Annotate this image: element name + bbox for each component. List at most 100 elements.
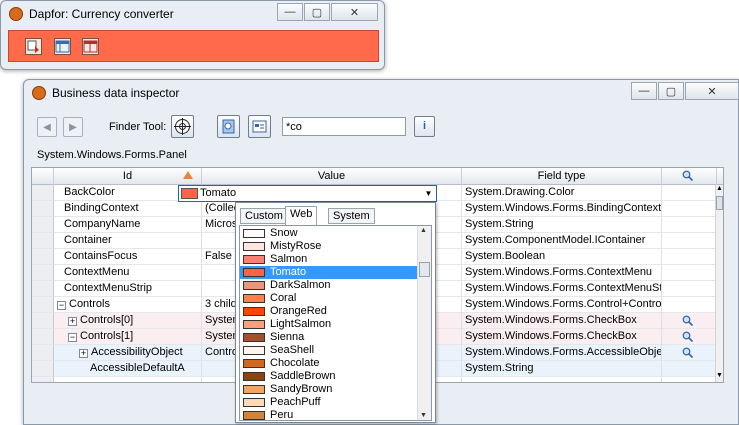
cell-id[interactable]: − Controls bbox=[54, 297, 202, 313]
cell-id[interactable]: − Controls[1] bbox=[54, 329, 202, 345]
cell-id[interactable]: BindingContext bbox=[54, 201, 202, 217]
color-picker-popup: Custom Web System Snow MistyRose Salmon Tom… bbox=[235, 202, 436, 423]
cell-inspect[interactable] bbox=[662, 345, 717, 361]
cell-id[interactable] bbox=[54, 377, 202, 382]
row-gutter[interactable] bbox=[32, 361, 54, 377]
cell-id[interactable]: + Controls[0] bbox=[54, 313, 202, 329]
scroll-thumb[interactable] bbox=[716, 196, 723, 210]
column-header-search[interactable] bbox=[662, 168, 717, 185]
cell-id-text: Container bbox=[64, 234, 112, 246]
title-bar[interactable]: Business data inspector — ▢ ✕ bbox=[24, 80, 739, 106]
color-list-item[interactable]: PeachPuff bbox=[240, 396, 418, 409]
cell-id[interactable]: ContainsFocus bbox=[54, 249, 202, 265]
close-button[interactable]: ✕ bbox=[685, 82, 739, 100]
finder-target-icon[interactable] bbox=[171, 115, 194, 138]
color-list-item[interactable]: Tomato bbox=[240, 266, 418, 279]
scroll-up-icon[interactable]: ▲ bbox=[716, 185, 723, 195]
color-combo[interactable]: Tomato ▼ bbox=[178, 185, 437, 202]
cell-id[interactable]: Container bbox=[54, 233, 202, 249]
forward-button[interactable]: ▶ bbox=[63, 117, 83, 137]
scroll-down-icon[interactable]: ▼ bbox=[716, 372, 723, 382]
grid-view-icon[interactable] bbox=[54, 38, 71, 55]
cell-inspect[interactable] bbox=[662, 313, 717, 329]
scroll-up-icon[interactable]: ▲ bbox=[420, 227, 427, 234]
row-gutter[interactable] bbox=[32, 265, 54, 281]
back-button[interactable]: ◀ bbox=[37, 117, 57, 137]
cell-inspect bbox=[662, 201, 717, 217]
expand-icon[interactable]: + bbox=[79, 349, 88, 358]
column-header-field-type[interactable]: Field type bbox=[462, 168, 662, 185]
scroll-down-icon[interactable]: ▼ bbox=[420, 412, 427, 419]
tab-web[interactable]: Web bbox=[285, 206, 318, 225]
properties-icon[interactable] bbox=[248, 115, 271, 138]
row-gutter[interactable] bbox=[32, 313, 54, 329]
table-view-icon[interactable] bbox=[82, 38, 99, 55]
color-swatch bbox=[243, 346, 265, 355]
color-list-item[interactable]: SaddleBrown bbox=[240, 370, 418, 383]
title-bar[interactable]: Dapfor: Currency converter — ▢ ✕ bbox=[1, 1, 384, 27]
toolbar bbox=[8, 30, 379, 62]
magnifier-icon[interactable] bbox=[682, 347, 693, 358]
color-list-item[interactable]: Chocolate bbox=[240, 357, 418, 370]
cell-id[interactable]: CompanyName bbox=[54, 217, 202, 233]
maximize-button[interactable]: ▢ bbox=[658, 82, 684, 100]
color-swatch bbox=[243, 398, 265, 407]
cell-field-type: System.Windows.Forms.CheckBox bbox=[462, 313, 662, 329]
color-list-item[interactable]: MistyRose bbox=[240, 240, 418, 253]
row-gutter[interactable] bbox=[32, 201, 54, 217]
cell-inspect[interactable] bbox=[662, 329, 717, 345]
color-swatch bbox=[243, 320, 265, 329]
cell-id[interactable]: + AccessibilityObject bbox=[54, 345, 202, 361]
color-list-item[interactable]: LightSalmon bbox=[240, 318, 418, 331]
row-gutter[interactable] bbox=[32, 249, 54, 265]
cell-field-type: System.ComponentModel.IContainer bbox=[462, 233, 662, 249]
color-swatch bbox=[243, 242, 265, 251]
color-list-item[interactable]: SandyBrown bbox=[240, 383, 418, 396]
tools-icon[interactable] bbox=[217, 115, 240, 138]
column-header-id[interactable]: Id bbox=[54, 168, 202, 185]
row-gutter[interactable] bbox=[32, 377, 54, 382]
help-info-icon[interactable]: i bbox=[414, 116, 435, 137]
cell-id-text: BindingContext bbox=[64, 202, 139, 214]
color-list-item[interactable]: Snow bbox=[240, 227, 418, 240]
scroll-thumb[interactable] bbox=[419, 262, 430, 277]
minimize-button[interactable]: — bbox=[631, 82, 657, 100]
row-gutter[interactable] bbox=[32, 297, 54, 313]
cell-id[interactable]: AccessibleDefaultA bbox=[54, 361, 202, 377]
color-name: Tomato bbox=[270, 266, 307, 278]
color-name: MistyRose bbox=[270, 240, 322, 252]
color-list-item[interactable]: Peru bbox=[240, 409, 418, 420]
tab-custom[interactable]: Custom bbox=[240, 208, 288, 224]
cell-id[interactable]: ContextMenuStrip bbox=[54, 281, 202, 297]
cell-id[interactable]: ContextMenu bbox=[54, 265, 202, 281]
color-list-item[interactable]: OrangeRed bbox=[240, 305, 418, 318]
chevron-down-icon[interactable]: ▼ bbox=[422, 187, 435, 200]
color-list-item[interactable]: DarkSalmon bbox=[240, 279, 418, 292]
row-gutter[interactable] bbox=[32, 329, 54, 345]
column-header-value[interactable]: Value bbox=[202, 168, 462, 185]
collapse-icon[interactable]: − bbox=[68, 333, 77, 342]
maximize-button[interactable]: ▢ bbox=[304, 3, 330, 21]
row-gutter[interactable] bbox=[32, 281, 54, 297]
close-button[interactable]: ✕ bbox=[331, 3, 378, 21]
color-list-item[interactable]: SeaShell bbox=[240, 344, 418, 357]
row-gutter[interactable] bbox=[32, 345, 54, 361]
color-list-item[interactable]: Salmon bbox=[240, 253, 418, 266]
tab-system[interactable]: System bbox=[328, 208, 375, 224]
color-swatch bbox=[181, 188, 198, 199]
color-list-scrollbar[interactable]: ▲ ▼ bbox=[417, 226, 431, 420]
row-gutter[interactable] bbox=[32, 217, 54, 233]
grid-scrollbar[interactable]: ▲ ▼ bbox=[715, 185, 723, 382]
magnifier-icon[interactable] bbox=[682, 315, 693, 326]
expand-icon[interactable]: + bbox=[68, 317, 77, 326]
minimize-button[interactable]: — bbox=[277, 3, 303, 21]
color-list-item[interactable]: Sienna bbox=[240, 331, 418, 344]
magnifier-icon[interactable] bbox=[682, 331, 693, 342]
color-list-item[interactable]: Coral bbox=[240, 292, 418, 305]
search-input[interactable] bbox=[282, 117, 406, 136]
sort-icon[interactable] bbox=[25, 38, 42, 55]
row-gutter[interactable] bbox=[32, 233, 54, 249]
collapse-icon[interactable]: − bbox=[57, 301, 66, 310]
row-gutter[interactable] bbox=[32, 185, 54, 201]
color-swatch bbox=[243, 294, 265, 303]
